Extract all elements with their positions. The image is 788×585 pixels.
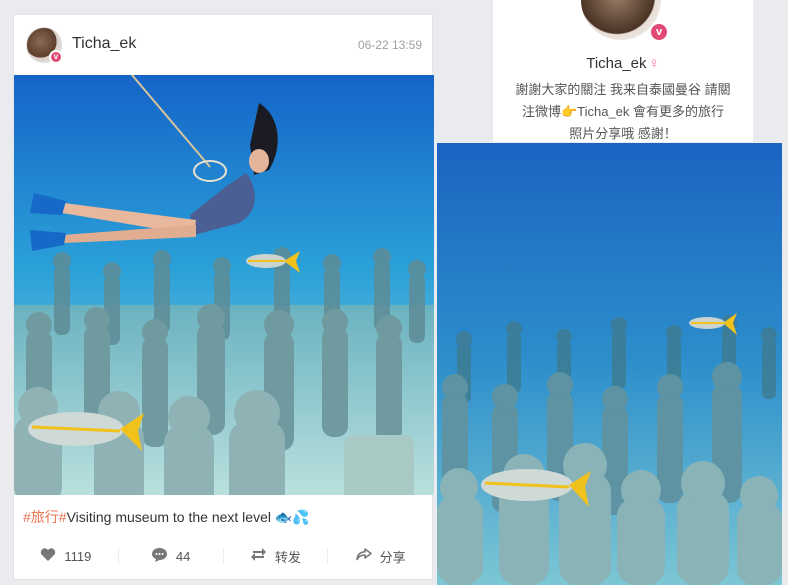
username-link[interactable]: Ticha_ek [72, 35, 136, 53]
post-photo[interactable] [14, 75, 434, 495]
comment-count: 44 [175, 548, 191, 564]
underwater-statues-image [437, 143, 782, 585]
caption-tag-link[interactable]: #旅行# [23, 509, 67, 525]
underwater-scene-image [14, 75, 434, 495]
bio-line: 注微博👉Ticha_ek 會有更多的旅行 [521, 104, 725, 119]
comment-icon [151, 547, 168, 566]
share-button[interactable]: 分享 [328, 547, 432, 566]
caption-text: Visiting museum to the next level 🐟💦 [66, 509, 310, 525]
profile-name: Ticha_ek ♀ [493, 55, 753, 72]
post-card: v Ticha_ek 06-22 13:59 #旅行#Visiting muse… [13, 14, 434, 580]
verified-badge-icon: v [49, 50, 63, 64]
post-timestamp[interactable]: 06-22 13:59 [358, 38, 422, 52]
like-icon [40, 547, 56, 565]
like-button[interactable]: 1119 [14, 547, 118, 565]
like-count: 1119 [64, 548, 92, 564]
second-photo[interactable] [437, 143, 782, 585]
share-icon [355, 547, 372, 566]
post-caption: #旅行#Visiting museum to the next level 🐟💦 [23, 507, 310, 527]
profile-bio: 謝謝大家的關注 我来自泰國曼谷 請關 注微博👉Ticha_ek 會有更多的旅行 … [503, 79, 743, 145]
profile-name-link[interactable]: Ticha_ek [586, 55, 646, 72]
share-label: 分享 [379, 549, 406, 565]
repost-icon [250, 547, 267, 565]
female-icon: ♀ [648, 55, 660, 72]
comment-button[interactable]: 44 [119, 547, 223, 566]
post-action-bar: 1119 44 转发 分享 [14, 533, 432, 579]
repost-button[interactable]: 转发 [224, 547, 328, 566]
bio-line: 照片分享哦 感謝！ [569, 126, 677, 141]
post-header: v Ticha_ek 06-22 13:59 [14, 15, 432, 75]
repost-label: 转发 [274, 549, 301, 565]
avatar[interactable]: v [26, 27, 63, 64]
profile-card: v Ticha_ek ♀ 謝謝大家的關注 我来自泰國曼谷 請關 注微博👉Ticha… [493, 0, 753, 142]
bio-line: 謝謝大家的關注 我来自泰國曼谷 請關 [515, 82, 731, 97]
profile-verified-badge-icon: v [649, 22, 669, 42]
